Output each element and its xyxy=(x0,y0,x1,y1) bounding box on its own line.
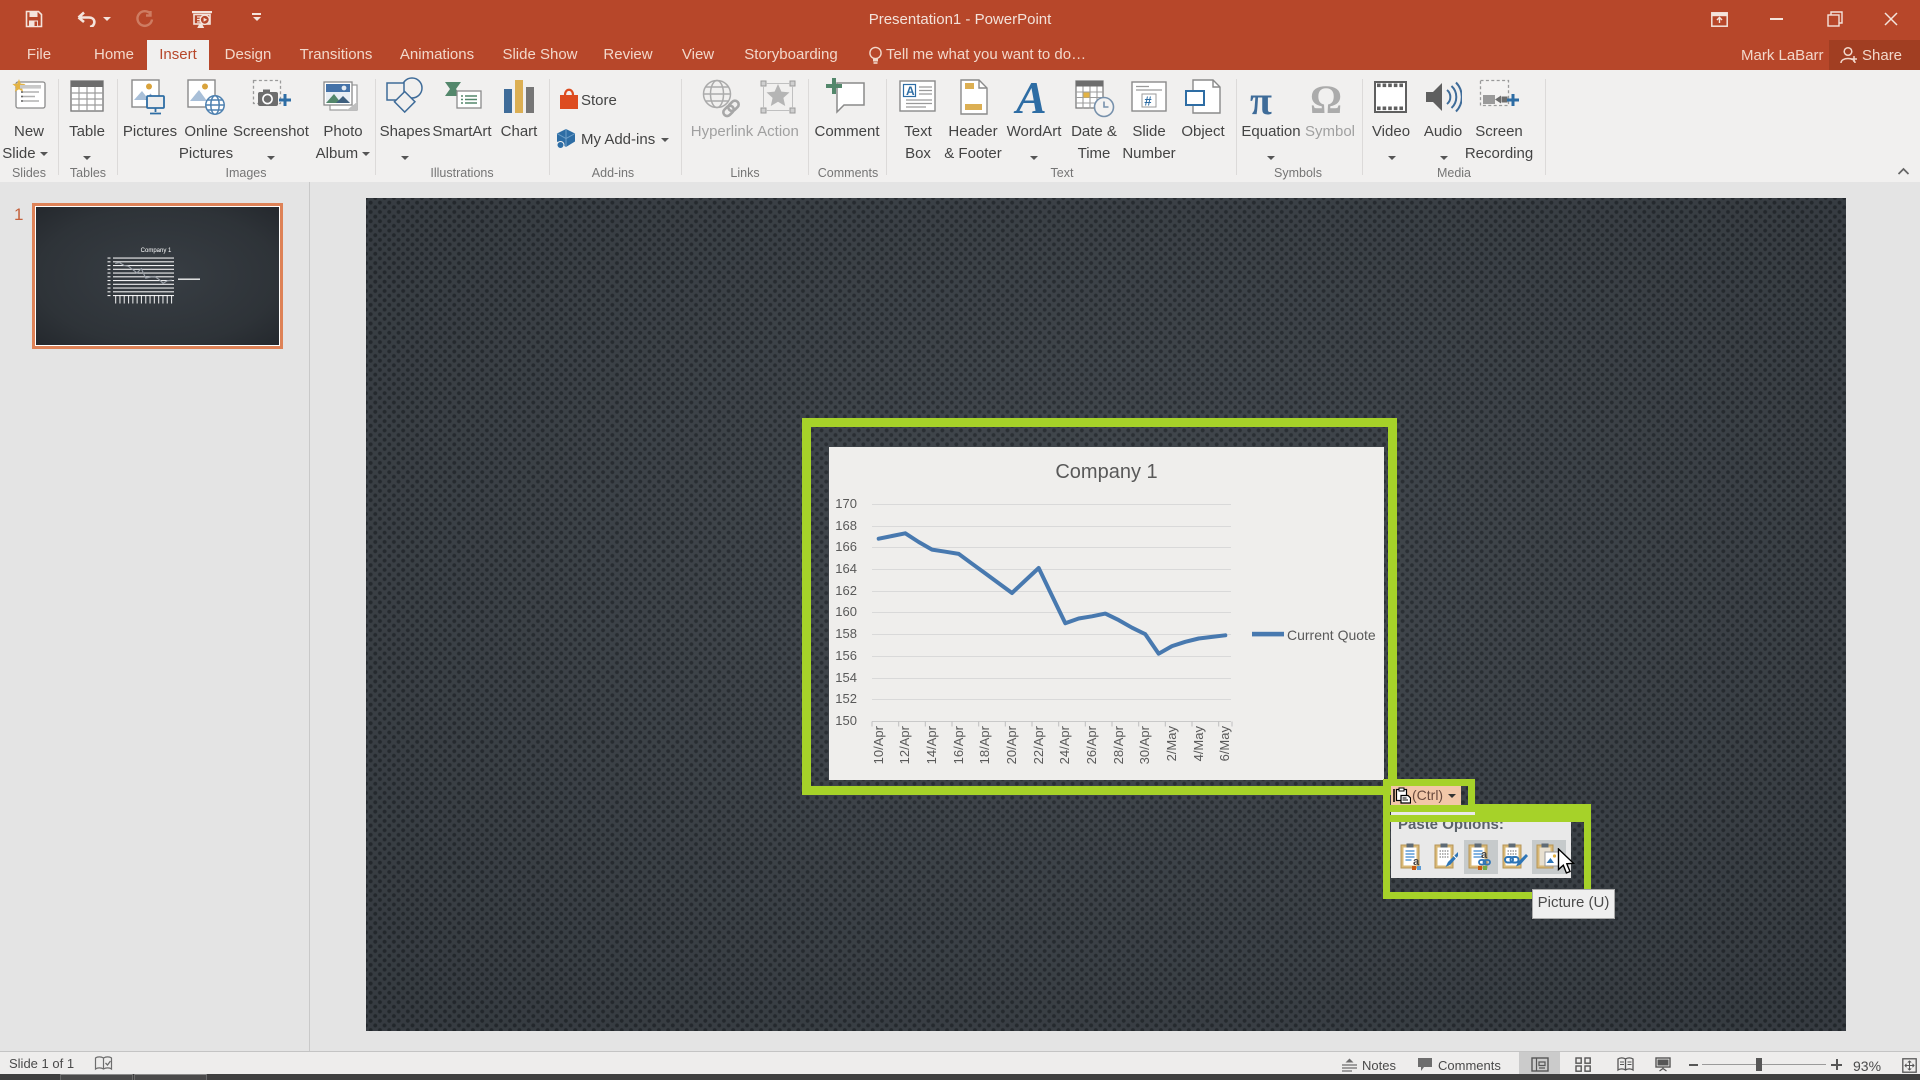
svg-text:#: # xyxy=(1144,94,1152,109)
svg-text:A: A xyxy=(906,84,915,98)
